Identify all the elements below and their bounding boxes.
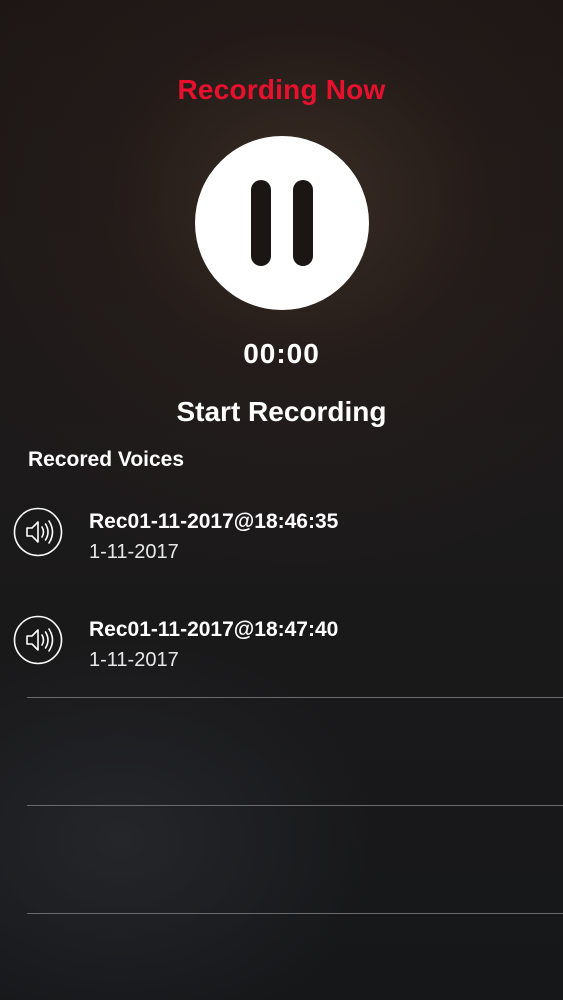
pause-bar-right — [293, 180, 313, 266]
recording-timer: 00:00 — [243, 338, 320, 369]
start-recording-label[interactable]: Start Recording — [0, 396, 563, 428]
list-divider — [27, 697, 563, 698]
recording-date: 1-11-2017 — [89, 541, 179, 563]
recording-list-item[interactable]: Rec01-11-2017@18:47:40 1-11-2017 — [0, 608, 563, 688]
speaker-icon[interactable] — [13, 507, 63, 557]
recording-name: Rec01-11-2017@18:46:35 — [89, 510, 339, 533]
speaker-icon[interactable] — [13, 615, 63, 665]
list-divider — [27, 805, 563, 806]
recording-name: Rec01-11-2017@18:47:40 — [89, 618, 339, 641]
recording-date: 1-11-2017 — [89, 649, 179, 671]
pause-bar-left — [251, 180, 271, 266]
recorded-voices-title: Recored Voices — [28, 448, 185, 471]
recording-list-item[interactable]: Rec01-11-2017@18:46:35 1-11-2017 — [0, 500, 563, 580]
recording-status-title: Recording Now — [177, 74, 386, 105]
pause-recording-button[interactable] — [195, 136, 369, 310]
list-divider — [27, 913, 563, 914]
